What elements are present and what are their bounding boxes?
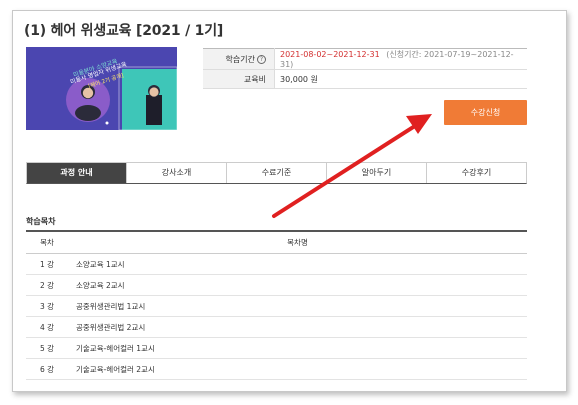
toc-table: 목차 목차명 1 강 소양교육 1교시 2 강 소양교육 2교시 3 강 공중위… <box>26 230 527 380</box>
toc-row-title: 소양교육 1교시 <box>68 253 527 275</box>
toc-heading: 학습목차 <box>26 217 56 226</box>
course-title: (1) 헤어 위생교육 [2021 / 1기] <box>24 23 224 39</box>
tab-reviews[interactable]: 수강후기 <box>426 163 526 183</box>
help-icon[interactable]: ? <box>257 54 266 64</box>
thumbnail-illustration: 미용분야 소양교육 미용사 영업자 위생교육 [헤어 2기 공개] <box>26 47 177 130</box>
period-row: 학습기간? 2021-08-02~2021-12-31 (신청기간: 2021-… <box>203 48 527 70</box>
toc-row: 5 강 기술교육-헤어컬러 1교시 <box>26 337 527 359</box>
toc-row-title: 공중위생관리법 2교시 <box>68 316 527 338</box>
toc-col-title-header: 목차명 <box>68 230 527 254</box>
fee-row: 교육비 30,000 원 <box>203 69 527 89</box>
toc-row-num: 3 강 <box>26 295 68 317</box>
enroll-button[interactable]: 수강신청 <box>444 100 527 125</box>
toc-row: 3 강 공중위생관리법 1교시 <box>26 295 527 317</box>
period-value: 2021-08-02~2021-12-31 <box>280 50 380 59</box>
course-thumbnail: 미용분야 소양교육 미용사 영업자 위생교육 [헤어 2기 공개] <box>26 47 177 130</box>
toc-row-title: 공중위생관리법 1교시 <box>68 295 527 317</box>
tab-completion-criteria[interactable]: 수료기준 <box>226 163 326 183</box>
toc-row-num: 2 강 <box>26 274 68 296</box>
toc-row: 4 강 공중위생관리법 2교시 <box>26 316 527 338</box>
toc-row-num: 5 강 <box>26 337 68 359</box>
toc-row: 1 강 소양교육 1교시 <box>26 253 527 275</box>
tab-instructor[interactable]: 강사소개 <box>126 163 226 183</box>
toc-row: 6 강 기술교육-헤어컬러 2교시 <box>26 358 527 380</box>
toc-row-num: 6 강 <box>26 358 68 380</box>
period-label-cell: 학습기간? <box>203 48 275 70</box>
toc-row: 2 강 소양교육 2교시 <box>26 274 527 296</box>
toc-row-num: 4 강 <box>26 316 68 338</box>
tab-course-guide[interactable]: 과정 안내 <box>27 163 126 183</box>
period-value-cell: 2021-08-02~2021-12-31 (신청기간: 2021-07-19~… <box>274 48 527 70</box>
course-tabs: 과정 안내 강사소개 수료기준 알아두기 수강후기 <box>26 162 527 184</box>
toc-header-row: 목차 목차명 <box>26 230 527 254</box>
fee-value: 30,000 원 <box>274 69 527 89</box>
tab-notes[interactable]: 알아두기 <box>326 163 426 183</box>
fee-label: 교육비 <box>203 69 275 89</box>
course-info-table: 학습기간? 2021-08-02~2021-12-31 (신청기간: 2021-… <box>203 48 527 89</box>
toc-col-num-header: 목차 <box>26 230 68 254</box>
toc-row-title: 기술교육-헤어컬러 2교시 <box>68 358 527 380</box>
toc-row-title: 기술교육-헤어컬러 1교시 <box>68 337 527 359</box>
period-label: 학습기간 <box>225 54 255 64</box>
toc-row-num: 1 강 <box>26 253 68 275</box>
toc-row-title: 소양교육 2교시 <box>68 274 527 296</box>
